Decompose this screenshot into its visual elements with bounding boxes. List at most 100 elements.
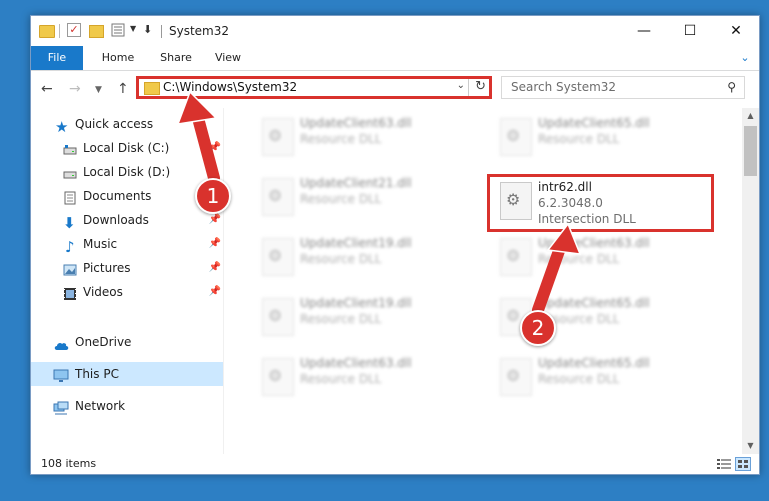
folder-icon [144, 82, 160, 95]
ribbon-tabs: File Home Share View ⌄ [31, 46, 759, 71]
file-description: Resource DLL [300, 312, 382, 326]
properties-icon[interactable] [111, 23, 125, 37]
nav-item-local-disk-c[interactable]: Local Disk (C:) 📌 [31, 136, 223, 160]
file-item[interactable]: ⚙ UpdateClient65.dll Resource DLL [490, 352, 710, 402]
status-bar: 108 items [31, 454, 759, 474]
file-name: UpdateClient19.dll [300, 236, 412, 250]
nav-item-videos[interactable]: Videos 📌 [31, 280, 223, 304]
tab-view[interactable]: View [203, 46, 253, 70]
quick-access-down-arrow-icon[interactable]: ⬇ [143, 23, 152, 41]
scrollbar-thumb[interactable] [744, 126, 757, 176]
file-name: UpdateClient65.dll [538, 296, 650, 310]
file-item[interactable]: ⚙ UpdateClient19.dll Resource DLL [252, 232, 472, 282]
forward-arrow-icon[interactable]: → [69, 81, 81, 97]
file-name: UpdateClient63.dll [300, 116, 412, 130]
gear-icon: ⚙ [506, 366, 521, 385]
file-name: UpdateClient65.dll [538, 116, 650, 130]
expand-ribbon-chevron-icon[interactable]: ⌄ [737, 50, 753, 66]
pin-icon[interactable]: 📌 [209, 256, 221, 280]
gear-icon: ⚙ [506, 126, 521, 145]
file-item[interactable]: ⚙ UpdateClient63.dll Resource DLL [490, 232, 710, 282]
nav-item-label: Videos [83, 285, 123, 299]
file-item[interactable]: ⚙ UpdateClient19.dll Resource DLL [252, 292, 472, 342]
gear-icon: ⚙ [268, 246, 283, 265]
pin-icon[interactable]: 📌 [209, 136, 221, 160]
nav-item-label: Documents [83, 189, 152, 203]
callout-step-2: 2 [520, 310, 556, 346]
nav-item-label: Music [83, 237, 118, 251]
file-item[interactable]: ⚙ UpdateClient65.dll Resource DLL [490, 112, 710, 162]
folder-icon [39, 25, 55, 38]
nav-item-label: Downloads [83, 213, 149, 227]
file-description: Resource DLL [300, 252, 382, 266]
nav-item-downloads[interactable]: ⬇ Downloads 📌 [31, 208, 223, 232]
pc-icon [53, 367, 69, 382]
star-icon: ★ [55, 118, 69, 136]
tiles-view-icon[interactable] [735, 457, 751, 471]
nav-item-network[interactable]: Network [31, 394, 223, 418]
nav-item-label: Quick access [75, 117, 154, 131]
search-box[interactable]: Search System32 ⚲ [501, 76, 745, 99]
tab-share[interactable]: Share [151, 46, 201, 70]
navigation-pane: ★ Quick access Local Disk (C:) 📌 Local D… [31, 108, 223, 454]
new-folder-icon[interactable] [89, 25, 104, 38]
drive-icon [63, 141, 77, 155]
file-list: ⚙ UpdateClient63.dll Resource DLL ⚙ Upda… [224, 108, 742, 454]
back-arrow-icon[interactable]: ← [41, 81, 53, 97]
maximize-button[interactable]: ☐ [667, 16, 713, 46]
up-arrow-icon[interactable]: ↑ [117, 81, 129, 97]
nav-item-this-pc[interactable]: This PC [31, 362, 223, 386]
nav-item-music[interactable]: ♪ Music 📌 [31, 232, 223, 256]
properties-check-icon[interactable]: ✓ [67, 23, 81, 37]
vertical-scrollbar[interactable]: ▲ ▼ [742, 108, 759, 454]
file-item[interactable]: ⚙ UpdateClient63.dll Resource DLL [252, 112, 472, 162]
documents-icon [63, 189, 77, 205]
minimize-button[interactable]: — [621, 16, 667, 46]
music-icon: ♪ [65, 238, 75, 256]
tab-file[interactable]: File [31, 46, 83, 70]
close-button[interactable]: ✕ [713, 16, 759, 46]
file-item[interactable]: ⚙ UpdateClient63.dll Resource DLL [252, 352, 472, 402]
file-description: Resource DLL [538, 132, 620, 146]
network-icon [53, 399, 69, 415]
title-divider [161, 25, 162, 38]
file-description: Resource DLL [300, 132, 382, 146]
refresh-icon[interactable]: ↻ [475, 79, 486, 94]
toolbar-divider [59, 24, 60, 38]
file-name: UpdateClient63.dll [300, 356, 412, 370]
scroll-up-arrow-icon[interactable]: ▲ [742, 108, 759, 124]
address-divider [468, 79, 469, 96]
drive-icon [63, 165, 77, 179]
gear-icon: ⚙ [268, 186, 283, 205]
file-item[interactable]: ⚙ UpdateClient21.dll Resource DLL [252, 172, 472, 222]
title-bar: ✓ ▼ ⬇ System32 — ☐ ✕ [31, 16, 759, 46]
customize-toolbar-chevron-icon[interactable]: ▼ [130, 24, 136, 42]
recent-locations-chevron-icon[interactable]: ▼ [95, 85, 102, 95]
pin-icon[interactable]: 📌 [209, 280, 221, 304]
pictures-icon [63, 261, 77, 276]
downloads-icon: ⬇ [63, 214, 76, 232]
nav-item-label: OneDrive [75, 335, 132, 349]
search-icon[interactable]: ⚲ [727, 80, 736, 94]
address-path[interactable]: C:\Windows\System32 [163, 80, 297, 94]
nav-item-quick-access[interactable]: ★ Quick access [31, 112, 223, 136]
item-count: 108 items [41, 457, 97, 470]
tab-home[interactable]: Home [93, 46, 143, 70]
file-description: Resource DLL [300, 372, 382, 386]
address-dropdown-chevron-icon[interactable]: ⌄ [457, 80, 465, 91]
callout-step-1: 1 [195, 178, 231, 214]
scroll-down-arrow-icon[interactable]: ▼ [742, 438, 759, 454]
file-description: Resource DLL [538, 252, 620, 266]
pin-icon[interactable]: 📌 [209, 232, 221, 256]
address-bar[interactable]: C:\Windows\System32 ⌄ ↻ [136, 76, 492, 99]
search-placeholder: Search System32 [511, 80, 617, 94]
gear-icon: ⚙ [268, 126, 283, 145]
nav-item-label: Local Disk (C:) [83, 141, 170, 155]
gear-icon: ⚙ [268, 366, 283, 385]
window-title: System32 [169, 24, 230, 38]
nav-item-pictures[interactable]: Pictures 📌 [31, 256, 223, 280]
videos-icon [63, 285, 77, 300]
details-view-icon[interactable] [717, 458, 731, 470]
nav-item-local-disk-d[interactable]: Local Disk (D:) [31, 160, 223, 184]
nav-item-onedrive[interactable]: OneDrive [31, 330, 223, 354]
